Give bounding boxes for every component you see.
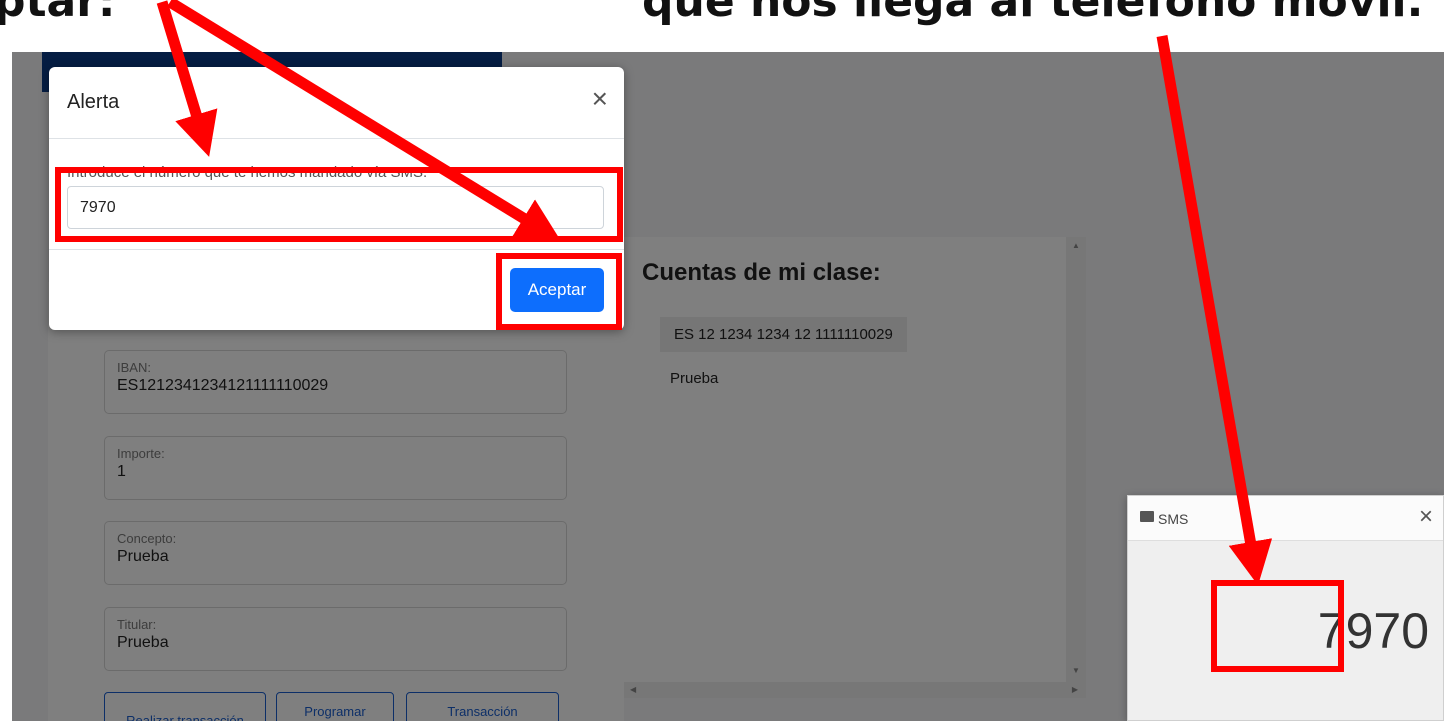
annotation-arrows — [156, 0, 1273, 586]
arrow-to-accept — [167, 0, 562, 242]
arrow-to-sms-code — [1156, 35, 1273, 586]
